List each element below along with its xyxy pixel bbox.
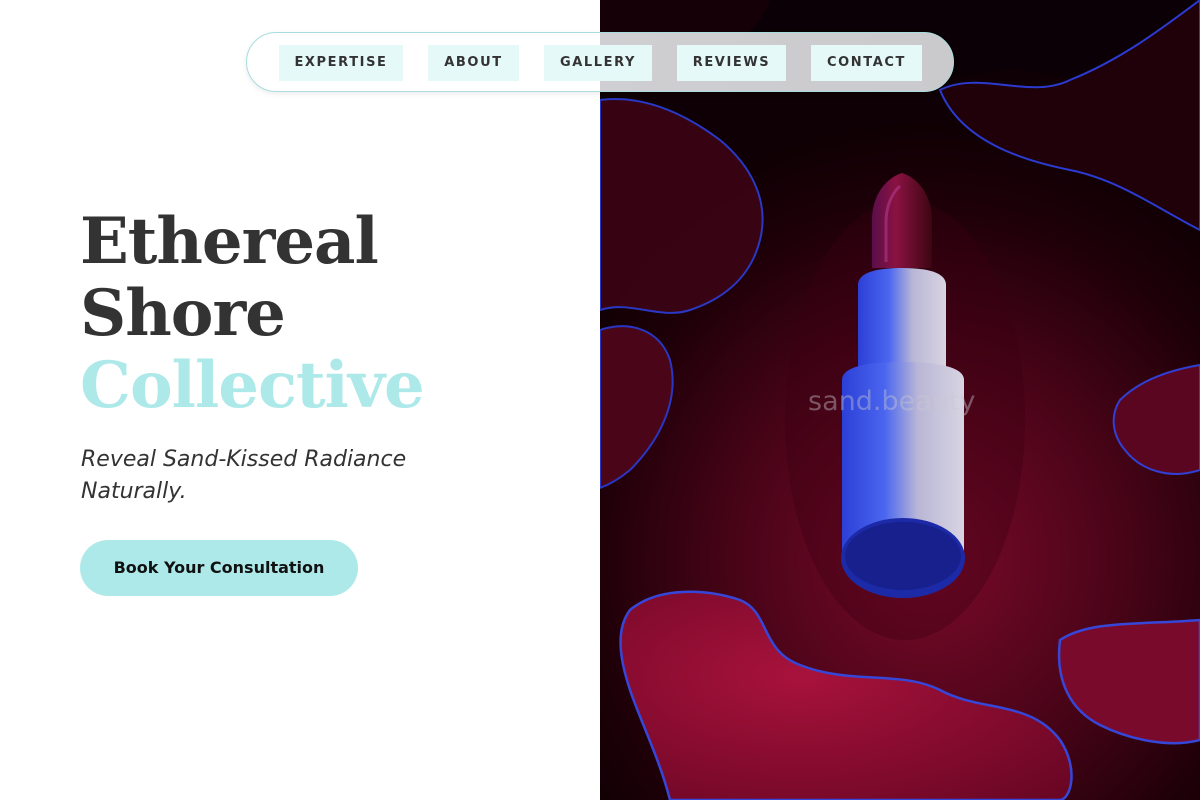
hero-title-line-2: Shore	[80, 276, 286, 351]
hero-left-panel: Ethereal Shore Collective Reveal Sand-Ki…	[0, 0, 600, 800]
book-consultation-button[interactable]: Book Your Consultation	[80, 540, 358, 596]
nav-item-contact[interactable]: CONTACT	[811, 45, 922, 81]
nav-item-reviews[interactable]: REVIEWS	[677, 45, 786, 81]
hero-title-accent: Collective	[80, 348, 425, 423]
nav-item-expertise[interactable]: EXPERTISE	[279, 45, 403, 81]
hero-title: Ethereal Shore Collective	[80, 204, 425, 423]
hero-subtitle: Reveal Sand-Kissed Radiance Naturally.	[81, 447, 407, 504]
hero-title-line-1: Ethereal	[80, 204, 379, 279]
nav-item-about[interactable]: ABOUT	[428, 45, 519, 81]
nav-item-gallery[interactable]: GALLERY	[544, 45, 652, 81]
main-navigation: EXPERTISE ABOUT GALLERY REVIEWS CONTACT	[246, 32, 954, 92]
watermark-text: sand.beauty	[808, 386, 976, 417]
